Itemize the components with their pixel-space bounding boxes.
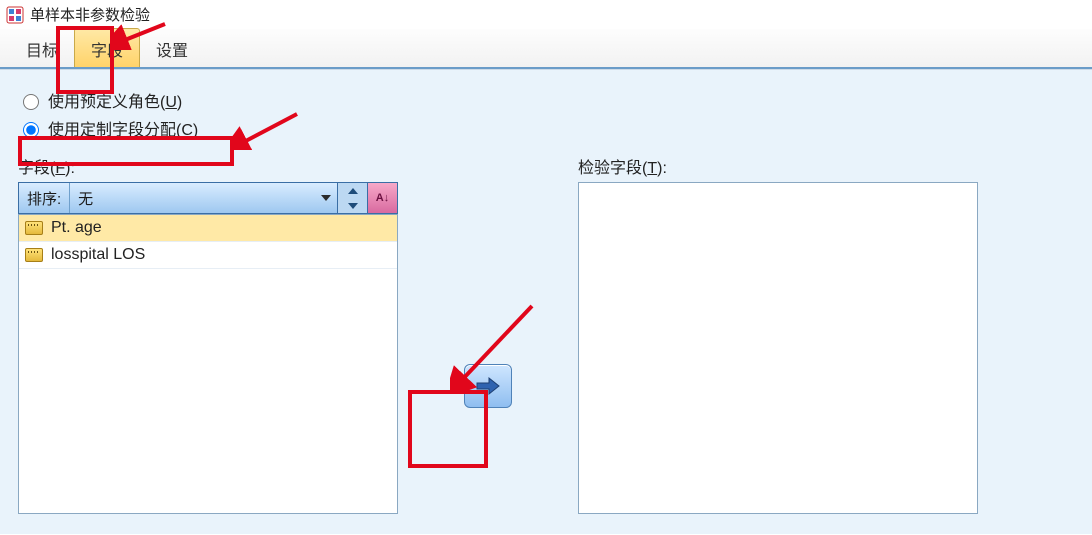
radio-custom-input[interactable] <box>23 122 39 138</box>
list-item[interactable]: losspital LOS <box>19 242 397 269</box>
list-item-label: losspital LOS <box>51 246 145 264</box>
window-title: 单样本非参数检验 <box>30 4 150 25</box>
app-grid-icon <box>6 6 24 24</box>
title-bar: 单样本非参数检验 <box>0 0 1092 29</box>
sort-az-label: A↓ <box>376 192 389 204</box>
target-fields-list[interactable] <box>578 182 978 514</box>
tab-goal[interactable]: 目标 <box>10 29 74 67</box>
source-fields-column: 字段(F): 排序: 无 A↓ Pt. age <box>18 154 398 514</box>
radio-custom-assignment[interactable]: 使用定制字段分配(C) <box>18 116 1074 140</box>
transfer-column <box>398 154 578 408</box>
source-fields-list[interactable]: Pt. age losspital LOS <box>18 214 398 514</box>
source-fields-label: 字段(F): <box>18 154 398 178</box>
radio-custom-label: 使用定制字段分配(C) <box>48 116 198 140</box>
sort-dropdown[interactable]: 无 <box>69 183 337 213</box>
move-right-button[interactable] <box>464 364 512 408</box>
radio-predefined-input[interactable] <box>23 94 39 110</box>
tab-bar: 目标 字段 设置 <box>0 29 1092 69</box>
list-item[interactable]: Pt. age <box>19 215 397 242</box>
tab-settings[interactable]: 设置 <box>140 29 204 67</box>
sort-dropdown-value: 无 <box>78 188 93 209</box>
sort-toolbar: 排序: 无 A↓ <box>18 182 398 214</box>
radio-predefined-roles[interactable]: 使用预定义角色(U) <box>18 88 1074 112</box>
sort-az-button[interactable]: A↓ <box>367 183 397 213</box>
sort-spin <box>337 183 367 213</box>
sort-label: 排序: <box>19 183 69 213</box>
sort-up-button[interactable] <box>338 183 367 198</box>
arrow-right-icon <box>475 375 501 397</box>
fields-panel: 使用预定义角色(U) 使用定制字段分配(C) 字段(F): 排序: 无 <box>0 69 1092 534</box>
ruler-icon <box>25 221 43 235</box>
ruler-icon <box>25 248 43 262</box>
role-radio-group: 使用预定义角色(U) 使用定制字段分配(C) <box>18 88 1074 140</box>
target-fields-column: 检验字段(T): <box>578 154 978 514</box>
target-fields-label: 检验字段(T): <box>578 154 978 178</box>
sort-down-button[interactable] <box>338 198 367 213</box>
list-item-label: Pt. age <box>51 219 102 237</box>
tab-fields[interactable]: 字段 <box>74 28 140 67</box>
radio-predefined-label: 使用预定义角色(U) <box>48 88 182 112</box>
chevron-down-icon <box>321 195 331 201</box>
